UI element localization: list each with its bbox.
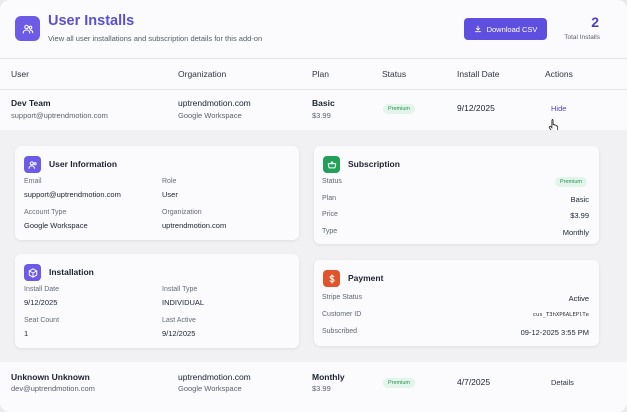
- details-link[interactable]: Details: [551, 378, 574, 387]
- subscription-type-label: Type: [322, 228, 338, 235]
- table-row[interactable]: Dev Team support@uptrendmotion.com uptre…: [0, 90, 627, 130]
- expanded-details-panel: User Information Email support@uptrendmo…: [0, 130, 627, 362]
- install-type-label: Install Type: [162, 286, 198, 293]
- download-icon: [474, 25, 481, 33]
- role-label: Role: [162, 178, 177, 185]
- subscription-title: Subscription: [348, 159, 400, 169]
- download-csv-button[interactable]: Download CSV: [464, 18, 547, 40]
- installation-title: Installation: [49, 267, 94, 277]
- user-information-card: User Information Email support@uptrendmo…: [15, 146, 299, 240]
- stripe-status-label: Stripe Status: [322, 294, 363, 301]
- email-value: support@uptrendmotion.com: [24, 190, 121, 199]
- install-date-label: Install Date: [24, 286, 60, 293]
- table-row[interactable]: Unknown Unknown dev@uptrendmotion.com up…: [0, 362, 627, 412]
- installation-card: Installation Install Date 9/12/2025 Inst…: [15, 254, 299, 348]
- subscription-price-value: $3.99: [570, 211, 589, 220]
- install-date: 4/7/2025: [457, 377, 491, 387]
- basket-icon: [323, 156, 340, 173]
- customer-id-label: Customer ID: [322, 311, 362, 318]
- subscription-type-value: Monthly: [562, 228, 589, 237]
- status-badge: Premium: [383, 104, 416, 114]
- subscription-plan-value: Basic: [570, 195, 589, 204]
- organization-label: Organization: [162, 209, 202, 216]
- subscribed-label: Subscribed: [322, 328, 358, 335]
- plan-name: Monthly: [312, 372, 345, 382]
- payment-card: Payment Stripe Status Active Customer ID…: [314, 260, 599, 346]
- subscription-card: Subscription Status Premium Plan Basic P…: [314, 146, 599, 244]
- plan-price: $3.99: [312, 111, 331, 120]
- org-domain: uptrendmotion.com: [178, 98, 251, 108]
- subscription-price-label: Price: [322, 211, 338, 218]
- column-install-date: Install Date: [457, 69, 500, 79]
- last-active-label: Last Active: [162, 317, 196, 324]
- install-date: 9/12/2025: [457, 103, 495, 113]
- organization-value: uptrendmotion.com: [162, 221, 227, 230]
- column-user: User: [11, 69, 29, 79]
- hide-details-link[interactable]: Hide: [551, 104, 566, 113]
- org-type: Google Workspace: [178, 111, 242, 120]
- stripe-status-value: Active: [568, 294, 589, 303]
- download-csv-label: Download CSV: [486, 24, 538, 34]
- table-header: User Organization Plan Status Install Da…: [0, 58, 627, 90]
- subscription-status-label: Status: [322, 178, 342, 185]
- customer-id-value: cus_T3hXP6ALEPlTe: [532, 312, 589, 318]
- total-installs-count: 2: [591, 14, 599, 30]
- user-name: Dev Team: [11, 98, 51, 108]
- install-type-value: INDIVIDUAL: [162, 298, 205, 307]
- email-label: Email: [24, 178, 42, 185]
- user-name: Unknown Unknown: [11, 372, 90, 382]
- page-subtitle: View all user installations and subscrip…: [48, 34, 263, 43]
- seat-count-value: 1: [24, 329, 29, 338]
- dollar-icon: [323, 270, 340, 287]
- plan-name: Basic: [312, 98, 335, 108]
- column-actions: Actions: [545, 69, 573, 79]
- user-email: dev@uptrendmotion.com: [11, 384, 95, 393]
- org-domain: uptrendmotion.com: [178, 372, 251, 382]
- page-title: User Installs: [48, 13, 135, 29]
- subscription-plan-label: Plan: [322, 195, 337, 202]
- last-active-value: 9/12/2025: [162, 329, 196, 338]
- account-type-value: Google Workspace: [24, 221, 88, 230]
- status-badge: Premium: [383, 378, 416, 388]
- plan-price: $3.99: [312, 384, 331, 393]
- users-icon: [15, 16, 40, 41]
- column-status: Status: [382, 69, 407, 79]
- subscribed-value: 09-12-2025 3:55 PM: [520, 328, 589, 337]
- column-plan: Plan: [312, 69, 330, 79]
- user-email: support@uptrendmotion.com: [11, 111, 108, 120]
- column-organization: Organization: [178, 69, 227, 79]
- box-icon: [24, 264, 41, 281]
- user-information-title: User Information: [49, 159, 118, 169]
- page-header: User Installs View all user installation…: [0, 0, 627, 58]
- total-installs-label: Total Installs: [564, 34, 600, 41]
- org-type: Google Workspace: [178, 384, 242, 393]
- role-value: User: [162, 190, 178, 199]
- app-window: User Installs View all user installation…: [0, 0, 627, 412]
- seat-count-label: Seat Count: [24, 317, 60, 324]
- account-type-label: Account Type: [24, 209, 67, 216]
- user-icon: [24, 156, 41, 173]
- install-date-value: 9/12/2025: [24, 298, 58, 307]
- subscription-status-badge: Premium: [555, 177, 588, 187]
- payment-title: Payment: [348, 273, 384, 283]
